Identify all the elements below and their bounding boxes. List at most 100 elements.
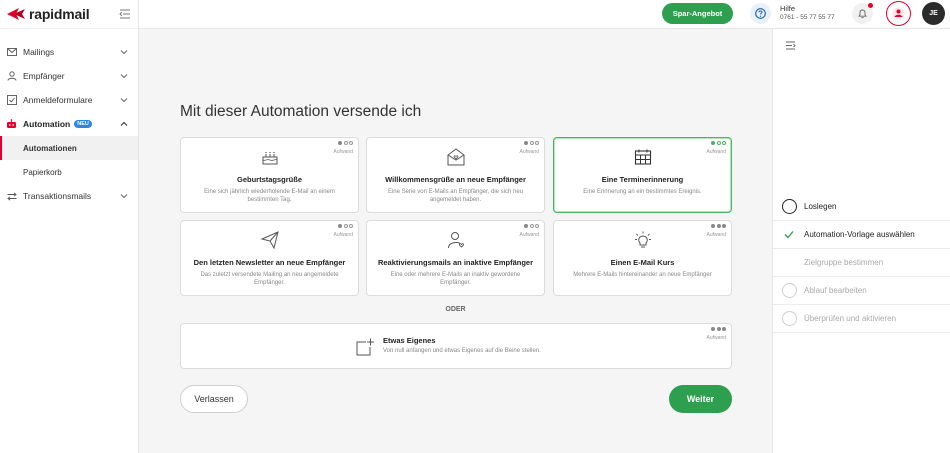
sidebar-subitem-papierkorb[interactable]: Papierkorb	[0, 160, 138, 184]
check-icon	[781, 227, 797, 243]
effort-label: Aufwand	[519, 149, 539, 155]
avatar[interactable]: JE	[922, 2, 945, 25]
template-card-reactivation[interactable]: Aufwand Reaktivierungsmails an inaktive …	[366, 220, 545, 296]
effort-indicator	[524, 224, 539, 228]
effort-indicator	[338, 141, 353, 145]
card-description: Von null anfangen und etwas Eigenes auf …	[383, 348, 541, 354]
step-pending-icon	[781, 283, 797, 299]
step-pending-icon	[781, 311, 797, 327]
step-label: Loslegen	[804, 202, 837, 211]
offer-button[interactable]: Spar-Angebot	[662, 3, 733, 24]
sidebar-item-anmeldeformulare[interactable]: Anmeldeformulare	[0, 88, 138, 112]
rapidmail-logo-icon	[7, 8, 25, 20]
effort-indicator	[711, 327, 726, 331]
steps-panel: Loslegen Automation-Vorlage auswählen Zi…	[772, 29, 950, 453]
question-icon	[755, 8, 766, 19]
sidebar-item-label: Empfänger	[23, 71, 65, 81]
help-button[interactable]	[750, 3, 771, 24]
step-target-group[interactable]: Zielgruppe bestimmen	[773, 249, 950, 277]
card-title: Eine Terminerinnerung	[601, 175, 684, 184]
effort-label: Aufwand	[333, 149, 353, 155]
card-description: Eine Erinnerung an ein bestimmtes Ereign…	[583, 189, 702, 195]
step-label: Überprüfen und aktivieren	[804, 314, 897, 323]
effort-indicator	[524, 141, 539, 145]
leave-button[interactable]: Verlassen	[180, 385, 248, 413]
step-review-activate[interactable]: Überprüfen und aktivieren	[773, 305, 950, 333]
panel-toggle-icon[interactable]	[785, 40, 796, 51]
promo-button[interactable]	[886, 1, 911, 26]
card-description: Mehrere E-Mails hintereinander an neue E…	[573, 272, 712, 278]
welcome-envelope-icon	[447, 148, 465, 166]
user-heart-icon	[448, 232, 464, 249]
template-card-welcome[interactable]: Aufwand Willkommensgrüße an neue Empfäng…	[366, 137, 545, 213]
card-description: Eine oder mehrere E-Mails an inaktiv gew…	[390, 272, 521, 287]
help-title: Hilfe	[780, 4, 796, 13]
template-card-appointment-reminder[interactable]: Aufwand Eine Terminerinnerung Eine Erinn…	[553, 137, 732, 213]
effort-label: Aufwand	[706, 335, 726, 341]
logo[interactable]: rapidmail	[0, 0, 138, 29]
collapse-sidebar-icon[interactable]	[119, 8, 131, 20]
card-title: Geburtstagsgrüße	[236, 175, 302, 184]
effort-label: Aufwand	[706, 232, 726, 238]
sidebar: rapidmail Mailings Empfänger Anmeldeform…	[0, 0, 139, 453]
template-card-birthday[interactable]: Aufwand Geburtstagsgrüße Eine sich jährl…	[180, 137, 359, 213]
top-bar: Spar-Angebot Hilfe 0761 - 55 77 55 77 JE	[139, 0, 950, 29]
user-icon	[6, 71, 17, 82]
logo-text: rapidmail	[29, 6, 90, 22]
card-title: Den letzten Newsletter an neue Empfänger	[193, 258, 346, 267]
effort-indicator	[711, 224, 726, 228]
next-button[interactable]: Weiter	[669, 385, 732, 413]
step-template-select[interactable]: Automation-Vorlage auswählen	[773, 221, 950, 249]
chevron-down-icon	[120, 74, 128, 79]
envelope-icon	[6, 47, 17, 58]
calendar-icon	[634, 149, 652, 165]
effort-indicator	[711, 141, 726, 145]
chevron-down-icon	[120, 50, 128, 55]
robot-icon	[6, 119, 17, 130]
lightbulb-icon	[635, 231, 651, 248]
new-badge: NEU	[74, 120, 92, 128]
step-edit-flow[interactable]: Ablauf bearbeiten	[773, 277, 950, 305]
sidebar-item-empfaenger[interactable]: Empfänger	[0, 64, 138, 88]
sidebar-nav: Mailings Empfänger Anmeldeformulare Auto…	[0, 40, 138, 208]
card-title: Reaktivierungsmails an inaktive Empfänge…	[377, 258, 534, 267]
card-title: Einen E-Mail Kurs	[610, 258, 675, 267]
sidebar-item-label: Anmeldeformulare	[23, 95, 93, 105]
main-content: Mit dieser Automation versende ich Aufwa…	[139, 29, 772, 453]
card-description: Eine sich jährlich wiederholende E-Mail …	[204, 189, 335, 204]
step-label: Automation-Vorlage auswählen	[804, 230, 915, 239]
card-title: Etwas Eigenes	[383, 336, 436, 345]
notification-dot	[868, 3, 873, 8]
sidebar-item-label: Automation	[23, 119, 71, 129]
sidebar-item-mailings[interactable]: Mailings	[0, 40, 138, 64]
chevron-down-icon	[120, 194, 128, 199]
arrows-exchange-icon	[6, 191, 17, 202]
divider-or: ODER	[445, 306, 466, 313]
effort-label: Aufwand	[706, 149, 726, 155]
chevron-up-icon	[120, 121, 128, 126]
card-description: Das zuletzt versendete Mailing an neu an…	[200, 272, 339, 287]
template-card-email-course[interactable]: Aufwand Einen E-Mail Kurs Mehrere E-Mail…	[553, 220, 732, 296]
step-label: Zielgruppe bestimmen	[804, 258, 884, 267]
template-card-latest-newsletter[interactable]: Aufwand Den letzten Newsletter an neue E…	[180, 220, 359, 296]
rocket-person-icon	[892, 7, 905, 20]
template-card-custom[interactable]: Aufwand Etwas Eigenes Von null anfangen …	[180, 323, 732, 369]
effort-label: Aufwand	[519, 232, 539, 238]
step-label: Ablauf bearbeiten	[804, 286, 867, 295]
paper-plane-icon	[260, 231, 279, 250]
sidebar-item-label: Transaktionsmails	[23, 191, 92, 201]
effort-label: Aufwand	[333, 232, 353, 238]
effort-indicator	[338, 224, 353, 228]
sidebar-item-transaktionsmails[interactable]: Transaktionsmails	[0, 184, 138, 208]
sidebar-item-label: Mailings	[23, 47, 55, 57]
card-description: Eine Serie von E-Mails an Empfänger, die…	[387, 189, 524, 204]
page-title: Mit dieser Automation versende ich	[180, 103, 422, 120]
form-check-icon	[6, 95, 17, 106]
birthday-cake-icon	[262, 152, 278, 165]
card-title: Willkommensgrüße an neue Empfänger	[385, 175, 526, 184]
chevron-down-icon	[120, 98, 128, 103]
sidebar-item-automation[interactable]: Automation NEU	[0, 112, 138, 136]
sidebar-subitem-automationen[interactable]: Automationen	[0, 136, 138, 160]
step-loslegen[interactable]: Loslegen	[773, 193, 950, 221]
help-phone: 0761 - 55 77 55 77	[780, 14, 835, 21]
